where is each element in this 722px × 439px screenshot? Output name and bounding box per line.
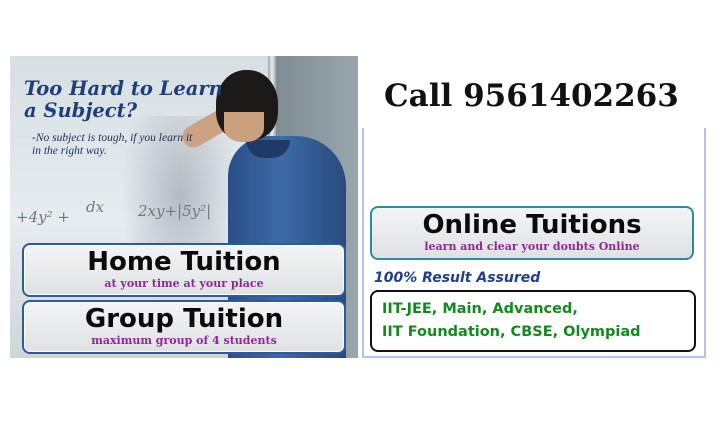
home-tuition-box: Home Tuition at your time at your place: [22, 243, 346, 297]
online-tuitions-box: Online Tuitions learn and clear your dou…: [370, 206, 694, 260]
group-tuition-tagline: maximum group of 4 students: [91, 334, 277, 347]
subline: -No subject is tough, if you learn it in…: [32, 132, 193, 157]
board-scribble: +4y² +: [16, 208, 70, 226]
result-assured: 100% Result Assured: [374, 270, 541, 286]
courses-box: IIT-JEE, Main, Advanced, IIT Foundation,…: [370, 290, 696, 352]
board-scribble: dx: [86, 198, 105, 216]
course-line: IIT Foundation, CBSE, Olympiad: [382, 324, 641, 340]
home-tuition-title: Home Tuition: [87, 247, 281, 277]
home-tuition-tagline: at your time at your place: [104, 277, 264, 290]
online-tuitions-tagline: learn and clear your doubts Online: [424, 240, 640, 253]
course-line: IIT-JEE, Main, Advanced,: [382, 301, 578, 317]
group-tuition-title: Group Tuition: [84, 304, 284, 334]
call-number: Call 9561402263: [384, 78, 679, 114]
online-tuitions-title: Online Tuitions: [422, 210, 642, 240]
group-tuition-box: Group Tuition maximum group of 4 student…: [22, 300, 346, 354]
headline: Too Hard to Learn a Subject?: [24, 77, 223, 122]
board-scribble: 2xy+|5y²|: [138, 202, 212, 220]
